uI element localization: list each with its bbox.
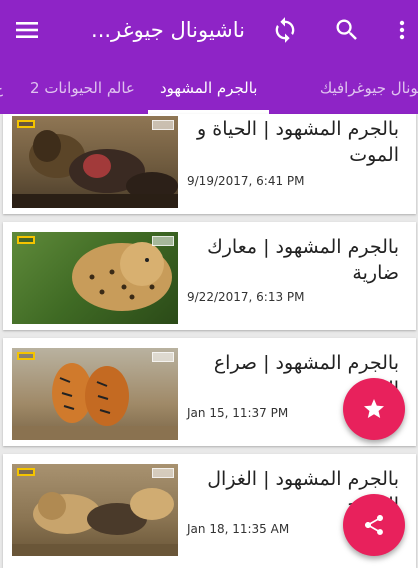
video-title: بالجرم المشهود | الحياة و الموت (197, 118, 399, 166)
video-date: 9/22/2017, 6:13 PM (187, 290, 305, 304)
video-date: 9/19/2017, 6:41 PM (187, 174, 305, 188)
tab-bar: ناشيونال جيوغرافيك بالجرم المشهود عالم ا… (0, 60, 418, 114)
tab-overflow[interactable]: ع (0, 60, 3, 114)
tab-national-geographic[interactable]: ناشيونال جيوغرافيك (320, 60, 418, 114)
natgeo-logo (17, 468, 35, 476)
channel-watermark (152, 236, 174, 246)
star-icon (364, 399, 384, 418)
video-card[interactable]: بالجرم المشهود | الحياة و الموت 9/19/201… (3, 114, 416, 214)
natgeo-logo (17, 120, 35, 128)
natgeo-logo (17, 236, 35, 244)
favorite-button[interactable] (343, 378, 405, 440)
channel-watermark (152, 352, 174, 362)
video-title: بالجرم المشهود | معارك ضارية (207, 236, 399, 284)
channel-watermark (152, 120, 174, 130)
app-toolbar: ناشيونال جيوغر... (0, 0, 418, 60)
share-icon (365, 515, 383, 535)
channel-watermark (152, 468, 174, 478)
video-card[interactable]: بالجرم المشهود | معارك ضارية 9/22/2017, … (3, 222, 416, 330)
video-thumbnail[interactable] (12, 232, 178, 324)
video-thumbnail[interactable] (12, 348, 178, 440)
video-date: Jan 15, 11:37 PM (187, 406, 289, 420)
video-thumbnail[interactable] (12, 464, 178, 556)
page-title: ناشيونال جيوغر... (91, 18, 245, 42)
tab-animal-world-2[interactable]: عالم الحيوانات 2 (30, 60, 135, 114)
hamburger-menu-icon[interactable] (11, 14, 43, 46)
video-date: Jan 18, 11:35 AM (187, 522, 290, 536)
more-vert-icon[interactable] (386, 14, 418, 46)
search-icon[interactable] (331, 14, 363, 46)
share-button[interactable] (343, 494, 405, 556)
refresh-icon[interactable] (269, 14, 301, 46)
natgeo-logo (17, 352, 35, 360)
tab-caught-in-the-act[interactable]: بالجرم المشهود (160, 60, 257, 114)
video-thumbnail[interactable] (12, 116, 178, 208)
